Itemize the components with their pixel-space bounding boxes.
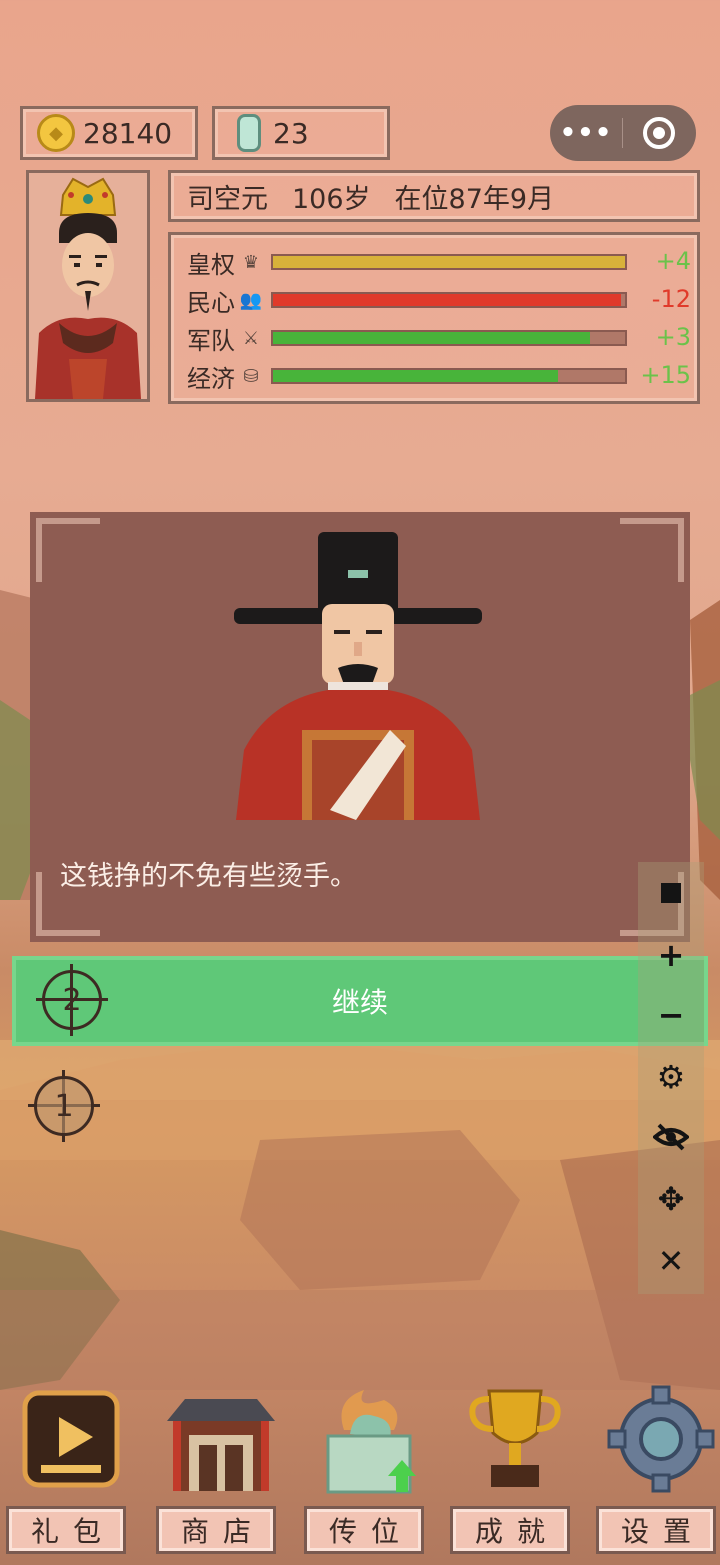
economy-bar <box>271 368 627 384</box>
event-dialog-text: 这钱挣的不免有些烫手。 <box>60 861 357 892</box>
crown-icon: ♛ <box>242 251 260 273</box>
stat-economy: 经济 ⛁ <box>187 361 263 393</box>
nav-achievements[interactable]: 成就 <box>450 1380 580 1560</box>
gear-icon[interactable]: ⚙ <box>638 1052 704 1102</box>
jade-icon <box>237 114 261 152</box>
event-card[interactable]: 这钱挣的不免有些烫手。 <box>30 512 690 942</box>
capsule-divider <box>622 118 623 148</box>
continue-button[interactable]: 继续 <box>12 956 708 1046</box>
card-corner-tr <box>620 518 684 582</box>
nav-label: 礼包 <box>6 1506 126 1554</box>
people-icon: 👥 <box>239 289 263 311</box>
ruler-name: 司空元 <box>187 183 268 215</box>
stat-public-support: 民心 👥 <box>187 285 263 317</box>
eye-off-glyph <box>653 1123 689 1151</box>
ruler-age: 106岁 <box>292 183 371 215</box>
video-play-glyph <box>22 1390 120 1488</box>
eye-off-icon[interactable] <box>638 1112 704 1162</box>
stat-label: 皇权 <box>187 250 235 279</box>
nav-shop[interactable]: 商店 <box>156 1380 286 1560</box>
nav-abdicate[interactable]: 传位 <box>304 1380 434 1560</box>
trophy-glyph <box>469 1389 561 1487</box>
plus-icon[interactable]: + <box>638 930 704 980</box>
card-corner-tl <box>36 518 100 582</box>
coin-counter[interactable]: ◆ 28140 <box>20 106 198 160</box>
stat-label: 民心 <box>187 288 235 317</box>
military-bar <box>271 330 627 346</box>
trophy-icon <box>455 1380 575 1498</box>
nav-settings[interactable]: 设置 <box>596 1380 720 1560</box>
marker-number: 2 <box>42 970 102 1030</box>
imperial-power-fill <box>273 256 625 268</box>
ruler-reign: 在位87年9月 <box>394 183 555 215</box>
shop-icon <box>161 1380 281 1498</box>
minus-icon[interactable]: − <box>638 990 704 1040</box>
imperial-power-delta: +4 <box>655 247 691 275</box>
military-fill <box>273 332 590 344</box>
nav-label: 传位 <box>304 1506 424 1554</box>
miniprogram-capsule: ••• <box>550 105 696 161</box>
marker-number: 1 <box>34 1076 94 1136</box>
emperor-portrait[interactable] <box>26 170 150 402</box>
public-support-delta: -12 <box>651 285 691 313</box>
nav-gift-pack[interactable]: 礼包 <box>6 1380 136 1560</box>
imperial-power-bar <box>271 254 627 270</box>
coin-value: 28140 <box>83 116 173 150</box>
video-play-icon <box>11 1380 131 1498</box>
continue-label: 继续 <box>331 986 388 1019</box>
more-menu-button[interactable]: ••• <box>550 118 622 148</box>
emperor-avatar <box>29 173 147 399</box>
coin-icon: ◆ <box>37 114 75 152</box>
jade-seal-glyph <box>326 1390 416 1494</box>
floating-toolbar: + − ⚙ ✥ ✕ <box>638 862 704 1294</box>
official-character <box>234 532 482 820</box>
economy-fill <box>273 370 559 382</box>
stat-military: 军队 ⚔ <box>187 323 263 355</box>
coins-stack-icon: ⛁ <box>243 365 259 387</box>
target-dot-icon <box>653 127 665 139</box>
close-icon[interactable]: ✕ <box>638 1236 704 1286</box>
tap-marker-1[interactable]: 1 <box>28 1070 100 1142</box>
nav-label: 商店 <box>156 1506 276 1554</box>
stat-label: 军队 <box>187 326 235 355</box>
kingdom-stats-panel: 皇权 ♛ +4 民心 👥 -12 军队 ⚔ +3 经济 ⛁ +15 <box>168 232 700 404</box>
move-icon[interactable]: ✥ <box>638 1174 704 1224</box>
jade-value: 23 <box>273 116 309 150</box>
close-miniprogram-button[interactable] <box>643 117 675 149</box>
stat-imperial-power: 皇权 ♛ <box>187 247 263 279</box>
tap-marker-2[interactable]: 2 <box>36 964 108 1036</box>
ruler-info-panel: 司空元 106岁 在位87年9月 <box>168 170 700 222</box>
nav-label: 设置 <box>596 1506 716 1554</box>
jade-counter[interactable]: 23 <box>212 106 390 160</box>
stop-icon[interactable] <box>638 868 704 918</box>
shop-glyph <box>167 1399 275 1491</box>
nav-label: 成就 <box>450 1506 570 1554</box>
jade-seal-icon <box>309 1380 429 1498</box>
crossed-swords-icon: ⚔ <box>242 327 260 349</box>
gear-glyph <box>607 1385 715 1493</box>
economy-delta: +15 <box>640 361 691 389</box>
military-delta: +3 <box>655 323 691 351</box>
public-support-bar <box>271 292 627 308</box>
gear-icon <box>601 1380 720 1498</box>
stat-label: 经济 <box>187 364 235 393</box>
public-support-fill <box>273 294 622 306</box>
